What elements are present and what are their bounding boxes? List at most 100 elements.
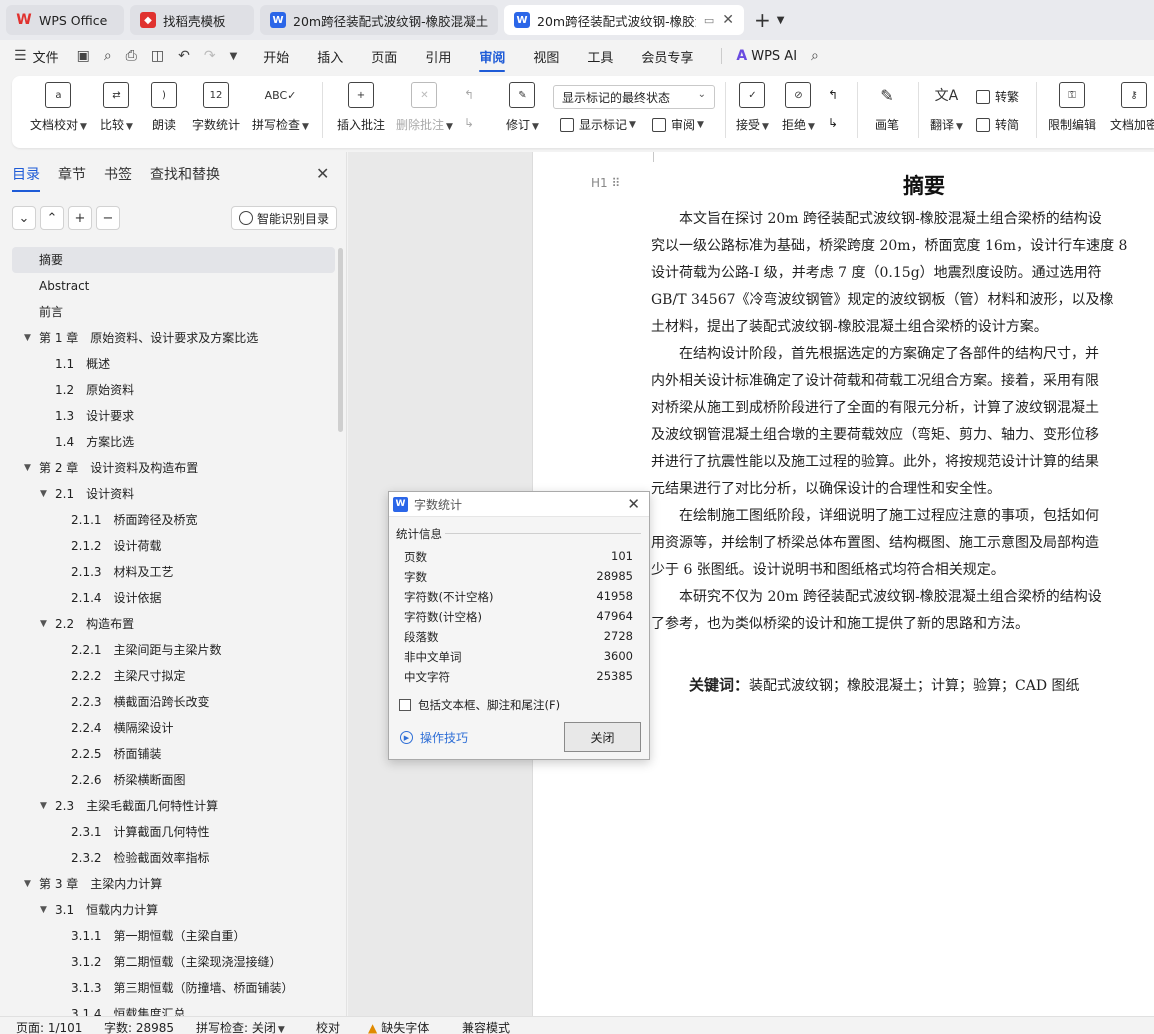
tab-docer[interactable]: ◆ 找稻壳模板 <box>130 5 254 35</box>
menu-review[interactable]: 审阅 <box>479 47 506 72</box>
prev-change-icon[interactable]: ↰ <box>828 88 838 102</box>
chevron-down-icon[interactable]: ▼ <box>230 51 238 62</box>
expand-toggle-icon[interactable]: ▼ <box>24 327 31 349</box>
toc-item[interactable]: ▼ 第 2 章 设计资料及构造布置 <box>12 455 335 481</box>
toc-item[interactable]: 摘要 <box>12 247 335 273</box>
hamburger-icon[interactable]: ☰ <box>14 48 27 64</box>
status-words[interactable]: 字数: 28985 <box>104 1019 174 1034</box>
doc-check-button[interactable]: a 文档校对 ▼ <box>30 82 87 133</box>
status-spell[interactable]: 拼写检查: 关闭 ▼ <box>196 1019 285 1034</box>
toc-item[interactable]: 1.2 原始资料 <box>12 377 335 403</box>
add-heading-icon[interactable]: + <box>68 206 92 230</box>
word-count-button[interactable]: 12 字数统计 <box>192 82 240 133</box>
toc-item[interactable]: 2.2.3 横截面沿跨长改变 <box>12 689 335 715</box>
status-proof[interactable]: 校对 <box>316 1019 340 1034</box>
undo-icon[interactable]: ↶ <box>178 48 190 64</box>
menu-page[interactable]: 页面 <box>371 47 397 66</box>
close-icon[interactable]: ✕ <box>316 164 329 183</box>
to-simplified-button[interactable]: 转简 <box>976 116 1019 133</box>
print-preview-icon[interactable]: ◫ <box>151 48 164 64</box>
menu-start[interactable]: 开始 <box>263 47 289 66</box>
chevron-down-icon[interactable]: ▼ <box>777 15 785 26</box>
toc-scrollbar[interactable] <box>338 248 343 432</box>
encrypt-button[interactable]: ⚷ 文档加密 <box>1110 82 1154 133</box>
include-textbox-checkbox[interactable]: 包括文本框、脚注和尾注(F) <box>399 697 560 713</box>
menu-tools[interactable]: 工具 <box>587 47 613 66</box>
insert-comment-button[interactable]: + 插入批注 <box>337 82 385 133</box>
menu-file[interactable]: 文件 <box>33 47 59 66</box>
tab-toc[interactable]: 目录 <box>12 164 40 192</box>
expand-toggle-icon[interactable]: ▼ <box>40 795 47 817</box>
menu-insert[interactable]: 插入 <box>317 47 343 66</box>
restrict-edit-button[interactable]: ⚿ 限制编辑 <box>1048 82 1096 133</box>
close-button[interactable]: 关闭 <box>564 722 641 752</box>
tab-wps-office[interactable]: W WPS Office <box>6 5 124 35</box>
toc-item[interactable]: 3.1.3 第三期恒载（防撞墙、桥面铺装） <box>12 975 335 1001</box>
expand-toggle-icon[interactable]: ▼ <box>40 899 47 921</box>
close-icon[interactable]: ✕ <box>722 12 734 28</box>
show-markup-button[interactable]: 显示标记 ▼ <box>560 116 636 133</box>
to-traditional-button[interactable]: 转繁 <box>976 88 1019 105</box>
toc-item[interactable]: 2.1.3 材料及工艺 <box>12 559 335 585</box>
tips-link[interactable]: ▶ 操作技巧 <box>400 729 468 746</box>
expand-toggle-icon[interactable]: ▼ <box>40 613 47 635</box>
expand-toggle-icon[interactable]: ▼ <box>40 483 47 505</box>
toc-item[interactable]: 1.3 设计要求 <box>12 403 335 429</box>
toc-item[interactable]: 2.1.4 设计依据 <box>12 585 335 611</box>
toc-item[interactable]: ▼ 2.2 构造布置 <box>12 611 335 637</box>
redo-icon[interactable]: ↷ <box>204 48 216 64</box>
tab-sections[interactable]: 章节 <box>58 164 86 184</box>
display-mode-select[interactable]: 显示标记的最终状态 ⌄ <box>553 85 715 109</box>
collapse-icon[interactable]: ⌃ <box>40 206 64 230</box>
revise-button[interactable]: ✎ 修订 ▼ <box>506 82 539 133</box>
toc-item[interactable]: ▼ 2.3 主梁毛截面几何特性计算 <box>12 793 335 819</box>
accept-button[interactable]: ✓ 接受 ▼ <box>736 82 769 133</box>
toc-item[interactable]: 2.3.2 检验截面效率指标 <box>12 845 335 871</box>
toc-item[interactable]: 2.2.5 桥面铺装 <box>12 741 335 767</box>
heading-mark[interactable]: H1 ⠿ <box>591 176 620 190</box>
toc-item[interactable]: 1.4 方案比选 <box>12 429 335 455</box>
search-icon[interactable]: ⌕ <box>811 48 819 64</box>
toc-item[interactable]: Abstract <box>12 273 335 299</box>
tab-document-2[interactable]: W 20m跨径装配式波纹钢-橡胶混 ▭ ✕ <box>504 5 744 35</box>
remove-heading-icon[interactable]: − <box>96 206 120 230</box>
tab-bookmarks[interactable]: 书签 <box>104 164 132 184</box>
expand-toggle-icon[interactable]: ▼ <box>24 873 31 895</box>
compare-button[interactable]: ⇄ 比较 ▼ <box>100 82 133 133</box>
status-missing-font[interactable]: ▲ 缺失字体 <box>368 1019 429 1034</box>
close-icon[interactable]: ✕ <box>627 495 640 513</box>
status-page[interactable]: 页面: 1/101 <box>16 1019 82 1034</box>
pen-share-icon[interactable]: ⌕ <box>104 48 112 64</box>
toc-item[interactable]: 1.1 概述 <box>12 351 335 377</box>
prev-comment-icon[interactable]: ↰ <box>464 88 474 102</box>
review-pane-button[interactable]: 审阅 ▼ <box>652 116 704 133</box>
menu-references[interactable]: 引用 <box>425 47 451 66</box>
toc-item[interactable]: 3.1.2 第二期恒载（主梁现浇湿接缝） <box>12 949 335 975</box>
toc-item[interactable]: 前言 <box>12 299 335 325</box>
toc-item[interactable]: 2.2.1 主梁间距与主梁片数 <box>12 637 335 663</box>
expand-icon[interactable]: ⌄ <box>12 206 36 230</box>
smart-toc-button[interactable]: 智能识别目录 <box>231 206 338 230</box>
toc-item[interactable]: 2.2.6 桥梁横断面图 <box>12 767 335 793</box>
next-change-icon[interactable]: ↳ <box>828 116 838 130</box>
save-icon[interactable]: ▣ <box>77 48 90 64</box>
delete-comment-button[interactable]: ✕ 删除批注 ▼ <box>396 82 453 133</box>
read-aloud-button[interactable]: ) 朗读 <box>151 82 177 133</box>
toc-item[interactable]: 2.2.2 主梁尺寸拟定 <box>12 663 335 689</box>
wps-ai-button[interactable]: A WPS AI <box>736 48 797 64</box>
toc-item[interactable]: ▼ 第 1 章 原始资料、设计要求及方案比选 <box>12 325 335 351</box>
print-icon[interactable]: ⎙ <box>126 48 137 64</box>
pen-button[interactable]: ✎ 画笔 <box>874 82 900 133</box>
next-comment-icon[interactable]: ↳ <box>464 116 474 130</box>
toc-item[interactable]: 2.1.2 设计荷载 <box>12 533 335 559</box>
toc-item[interactable]: 2.1.1 桥面跨径及桥宽 <box>12 507 335 533</box>
tab-document-1[interactable]: W 20m跨径装配式波纹钢-橡胶混凝土组 <box>260 5 498 35</box>
reject-button[interactable]: ⊘ 拒绝 ▼ <box>782 82 815 133</box>
toc-item[interactable]: 2.3.1 计算截面几何特性 <box>12 819 335 845</box>
tab-find-replace[interactable]: 查找和替换 <box>150 164 220 184</box>
expand-toggle-icon[interactable]: ▼ <box>24 457 31 479</box>
menu-view[interactable]: 视图 <box>533 47 559 66</box>
toc-item[interactable]: 3.1.1 第一期恒载（主梁自重） <box>12 923 335 949</box>
spell-check-button[interactable]: ABC✓ 拼写检查 ▼ <box>252 82 309 133</box>
menu-member[interactable]: 会员专享 <box>641 47 693 66</box>
